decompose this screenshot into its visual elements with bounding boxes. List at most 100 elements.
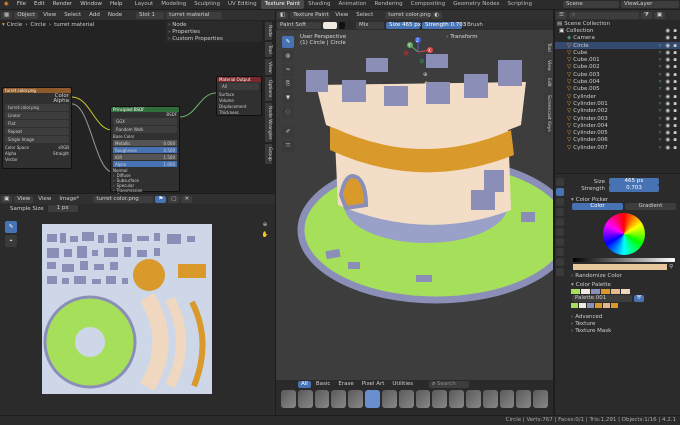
render-camera-icon[interactable]: ▪	[673, 130, 677, 136]
image-new-icon[interactable]: ▢	[168, 195, 180, 203]
viewport-menu-view[interactable]: View	[331, 11, 352, 20]
visibility-eye-icon[interactable]: ◉	[665, 101, 670, 107]
viewlayer-selector[interactable]: ViewLayer	[621, 1, 679, 8]
render-camera-icon[interactable]: ▪	[673, 64, 677, 70]
principled-bsdf-node[interactable]: Principled BSDF BSDF GGX Random Walk Bas…	[110, 106, 180, 208]
image-selector[interactable]: turret color.png	[93, 195, 154, 203]
outliner-row[interactable]: ▽ Cylinder.007 ▿ ◉ ▪	[555, 144, 680, 151]
tab-layout[interactable]: Layout	[131, 0, 158, 9]
prop-tool-icon[interactable]	[556, 178, 564, 186]
outliner-row[interactable]: ▽ Cylinder.006 ▿ ◉ ▪	[555, 137, 680, 144]
metallic-field[interactable]: Metallic 0.000	[113, 140, 177, 146]
menu-window[interactable]: Window	[76, 0, 106, 9]
prop-scene-icon[interactable]	[556, 218, 564, 226]
visibility-eye-icon[interactable]: ◉	[665, 79, 670, 85]
asset-tab-all[interactable]: All	[298, 380, 311, 388]
brush-asset-thumbnail[interactable]	[381, 390, 397, 408]
visibility-eye-icon[interactable]: ◉	[665, 86, 670, 92]
render-camera-icon[interactable]: ▪	[673, 50, 677, 56]
outliner-row[interactable]: ▽ Cube ▿ ◉ ▪	[555, 49, 680, 56]
outliner-row[interactable]: ▽ Cylinder ▿ ◉ ▪	[555, 93, 680, 100]
brush-asset-thumbnail[interactable]	[348, 390, 364, 408]
color-value-slider[interactable]	[573, 258, 675, 262]
menu-file[interactable]: File	[13, 0, 30, 9]
render-camera-icon[interactable]: ▪	[673, 137, 677, 143]
secondary-color-swatch[interactable]	[339, 21, 345, 29]
outliner-row[interactable]: ▽ Cylinder.003 ▿ ◉ ▪	[555, 115, 680, 122]
render-camera-icon[interactable]: ▪	[673, 79, 677, 85]
current-color-swatch[interactable]	[573, 264, 667, 270]
material-output-node[interactable]: Material Output All Surface Volume Displ…	[216, 76, 262, 116]
prop-output-icon[interactable]	[556, 198, 564, 206]
brush-asset-thumbnail[interactable]	[533, 390, 548, 408]
viewport-menu-select[interactable]: Select	[352, 11, 377, 20]
outliner-row[interactable]: ▽ Cube.004 ▿ ◉ ▪	[555, 78, 680, 85]
image-menu-image[interactable]: Image*	[55, 195, 83, 204]
render-camera-icon[interactable]: ▪	[673, 145, 677, 151]
tab-rendering[interactable]: Rendering	[371, 0, 407, 9]
prop-modifier-icon[interactable]	[556, 248, 564, 256]
brush-asset-thumbnail[interactable]	[516, 390, 532, 408]
palette-swatch[interactable]	[611, 289, 620, 294]
zoom-in-icon[interactable]: ⊕	[259, 222, 271, 232]
projection-dropdown[interactable]: Flat	[5, 120, 69, 127]
brush-asset-thumbnail[interactable]	[314, 390, 330, 408]
brush-asset-thumbnail[interactable]	[365, 390, 380, 408]
visibility-eye-icon[interactable]: ◉	[665, 94, 670, 100]
outliner-row[interactable]: ▽ Cube.005 ▿ ◉ ▪	[555, 86, 680, 93]
gradient-tab[interactable]: Gradient	[625, 203, 676, 210]
primary-color-swatch[interactable]	[323, 21, 337, 29]
color-tab[interactable]: Color	[572, 203, 623, 210]
color-palette-panel[interactable]: ▾ Color Palette	[569, 281, 679, 288]
output-target-dropdown[interactable]: All	[219, 83, 259, 90]
tool-strength-field[interactable]: Strength 0.703	[422, 21, 466, 29]
scene-collection-row[interactable]: ▤ Scene Collection	[555, 20, 680, 27]
image-close-icon[interactable]: ✕	[181, 195, 193, 203]
prop-world-icon[interactable]	[556, 228, 564, 236]
render-camera-icon[interactable]: ▪	[673, 28, 677, 34]
image-menu-view[interactable]: View	[34, 195, 55, 204]
visibility-eye-icon[interactable]: ◉	[665, 145, 670, 151]
outliner-filter-icon[interactable]: ⧩	[640, 11, 652, 19]
strength-field[interactable]: 0.703	[609, 185, 659, 192]
image-editor-type-icon[interactable]: ▣	[1, 195, 13, 203]
outliner-row[interactable]: ◈ Camera ◉ ▪	[555, 35, 680, 42]
tab-compositing[interactable]: Compositing	[407, 0, 449, 9]
viewport-shading-icon[interactable]: ◐	[431, 11, 443, 19]
brush-asset-thumbnail[interactable]	[432, 390, 448, 408]
draw-tool-icon[interactable]: ✎	[5, 221, 17, 233]
brush-asset-thumbnail[interactable]	[331, 390, 347, 408]
prop-view-icon[interactable]	[556, 208, 564, 216]
asset-tab-basic[interactable]: Basic	[312, 380, 335, 389]
outliner-row[interactable]: ▽ Cylinder.001 ▿ ◉ ▪	[555, 100, 680, 107]
hand-pan-icon[interactable]: ✋	[259, 232, 271, 242]
subsurface-method-dropdown[interactable]: Random Walk	[113, 126, 177, 133]
outliner-row[interactable]: ▽ Cylinder.005 ▿ ◉ ▪	[555, 129, 680, 136]
tab-shading[interactable]: Shading	[304, 0, 334, 9]
palette-swatch[interactable]	[579, 303, 586, 308]
visibility-eye-icon[interactable]: ◉	[665, 108, 670, 114]
menu-help[interactable]: Help	[106, 0, 127, 9]
tab-uv-editing[interactable]: UV Editing	[224, 0, 261, 9]
extension-dropdown[interactable]: Repeat	[5, 128, 69, 135]
sample-size-field[interactable]: 1 px	[47, 205, 78, 212]
palette-swatch[interactable]	[603, 303, 610, 308]
brush-asset-thumbnail[interactable]	[499, 390, 515, 408]
new-collection-icon[interactable]: ▣	[653, 11, 666, 19]
outliner-row[interactable]: ▽ Cylinder.002 ▿ ◉ ▪	[555, 108, 680, 115]
outliner-row[interactable]: ▽ Cube.002 ▿ ◉ ▪	[555, 64, 680, 71]
render-camera-icon[interactable]: ▪	[673, 108, 677, 114]
menu-render[interactable]: Render	[49, 0, 77, 9]
color-picker-panel[interactable]: ▾ Color Picker	[569, 196, 679, 203]
prop-render-icon[interactable]	[556, 188, 564, 196]
distribution-dropdown[interactable]: GGX	[113, 118, 177, 125]
image-view-mode[interactable]: View	[14, 195, 34, 203]
interp-dropdown[interactable]: Linear	[5, 112, 69, 119]
tab-sculpting[interactable]: Sculpting	[190, 0, 224, 9]
brush-asset-thumbnail[interactable]	[415, 390, 431, 408]
asset-tab-pixel-art[interactable]: Pixel Art	[358, 380, 389, 389]
render-camera-icon[interactable]: ▪	[673, 86, 677, 92]
asset-search-input[interactable]: ⌕ Search	[429, 380, 470, 388]
brush-selector[interactable]: Paint Soft	[277, 21, 321, 29]
palette-swatch[interactable]	[621, 289, 630, 294]
